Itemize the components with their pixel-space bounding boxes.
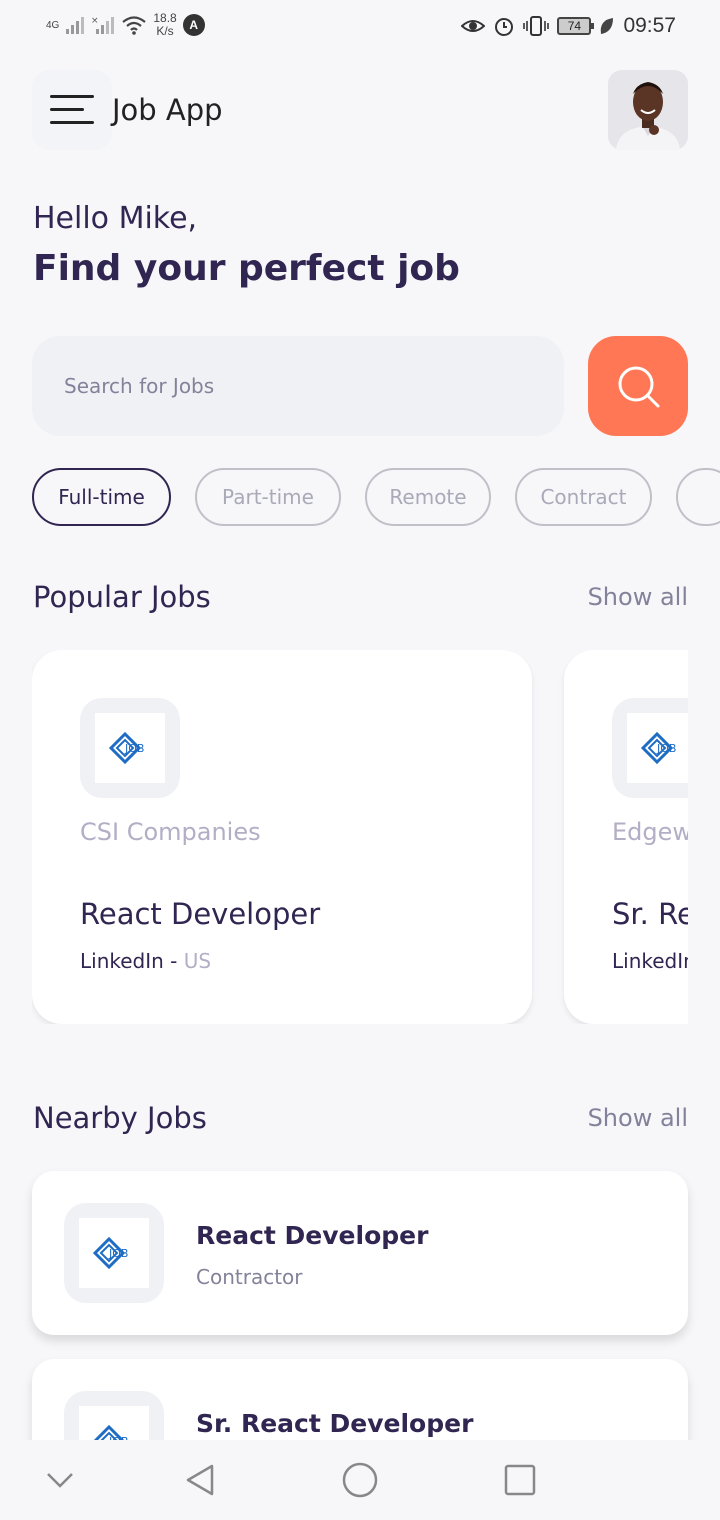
status-right: 74 09:57 — [461, 14, 676, 38]
system-nav-bar — [0, 1440, 720, 1520]
status-bar: 4G × 18.8 K/s A 74 09:57 — [0, 0, 720, 56]
tab-more[interactable] — [676, 468, 720, 526]
job-title: React Developer — [80, 897, 321, 931]
vibrate-icon — [523, 16, 550, 36]
profile-photo — [608, 70, 688, 150]
svg-text:×: × — [91, 16, 99, 26]
tab-full-time[interactable]: Full-time — [32, 468, 171, 526]
profile-avatar[interactable] — [608, 70, 688, 150]
job-publisher: LinkedIn — [80, 949, 164, 973]
nearby-job-card[interactable]: JOB React Developer Contractor — [32, 1171, 688, 1335]
popular-jobs-carousel[interactable]: JOB CSI Companies React Developer Linked… — [32, 650, 688, 1024]
job-title: Sr. React Developer — [196, 1409, 474, 1438]
net-speed: 18.8 K/s — [153, 11, 177, 38]
job-title: React Developer — [196, 1221, 429, 1250]
job-title: Sr. Re — [612, 897, 688, 931]
tab-contract[interactable]: Contract — [515, 468, 652, 526]
menu-icon — [50, 95, 94, 98]
battery-indicator: 74 — [557, 17, 595, 35]
signal-icon — [66, 17, 85, 34]
greeting-text: Hello Mike, — [33, 201, 198, 236]
app-title: Job App — [112, 93, 223, 127]
company-logo: JOB — [612, 698, 688, 798]
recents-icon[interactable] — [503, 1463, 537, 1497]
home-icon[interactable] — [341, 1461, 379, 1499]
company-logo: JOB — [64, 1203, 164, 1303]
search-icon — [618, 366, 660, 408]
app-notification-icon: A — [182, 14, 205, 36]
tab-part-time[interactable]: Part-time — [195, 468, 341, 526]
menu-button[interactable] — [32, 70, 112, 150]
job-meta: LinkedIn - US — [80, 949, 212, 973]
nearby-show-all-link[interactable]: Show all — [588, 1104, 688, 1132]
wifi-icon — [122, 16, 147, 35]
popular-job-card[interactable]: JOB Edgewa Sr. Re LinkedIn — [564, 650, 688, 1024]
tab-remote[interactable]: Remote — [365, 468, 491, 526]
search-button[interactable] — [588, 336, 688, 436]
job-country: US — [183, 949, 212, 973]
popular-show-all-link[interactable]: Show all — [588, 583, 688, 611]
signal-off-icon: × — [91, 16, 115, 34]
job-publisher: LinkedIn — [612, 949, 688, 973]
job-logo-icon: JOB — [108, 731, 144, 765]
svg-text:JOB: JOB — [108, 1247, 128, 1260]
popular-jobs-title: Popular Jobs — [33, 580, 211, 614]
menu-icon-line — [50, 121, 94, 124]
job-meta: LinkedIn — [612, 949, 688, 973]
job-logo-icon: JOB — [92, 1236, 128, 1270]
company-name: Edgewa — [612, 818, 688, 846]
back-icon[interactable] — [182, 1462, 218, 1498]
network-type: 4G — [46, 19, 60, 31]
nearby-jobs-title: Nearby Jobs — [33, 1101, 207, 1135]
job-logo-icon: JOB — [640, 731, 676, 765]
leaf-icon — [601, 18, 614, 34]
search-field[interactable] — [32, 336, 564, 436]
page-headline: Find your perfect job — [33, 248, 460, 289]
clock: 09:57 — [623, 14, 676, 37]
svg-text:JOB: JOB — [656, 742, 676, 755]
company-logo: JOB — [80, 698, 180, 798]
chevron-down-icon[interactable] — [44, 1466, 76, 1494]
job-type: Contractor — [196, 1265, 303, 1289]
menu-icon-line — [50, 108, 84, 111]
company-name: CSI Companies — [80, 818, 261, 846]
status-left: 4G × 18.8 K/s A — [46, 12, 205, 38]
search-input[interactable] — [32, 336, 564, 436]
popular-job-card[interactable]: JOB CSI Companies React Developer Linked… — [32, 650, 532, 1024]
alarm-icon — [495, 18, 514, 36]
svg-text:JOB: JOB — [124, 742, 144, 755]
eye-icon — [461, 20, 486, 32]
